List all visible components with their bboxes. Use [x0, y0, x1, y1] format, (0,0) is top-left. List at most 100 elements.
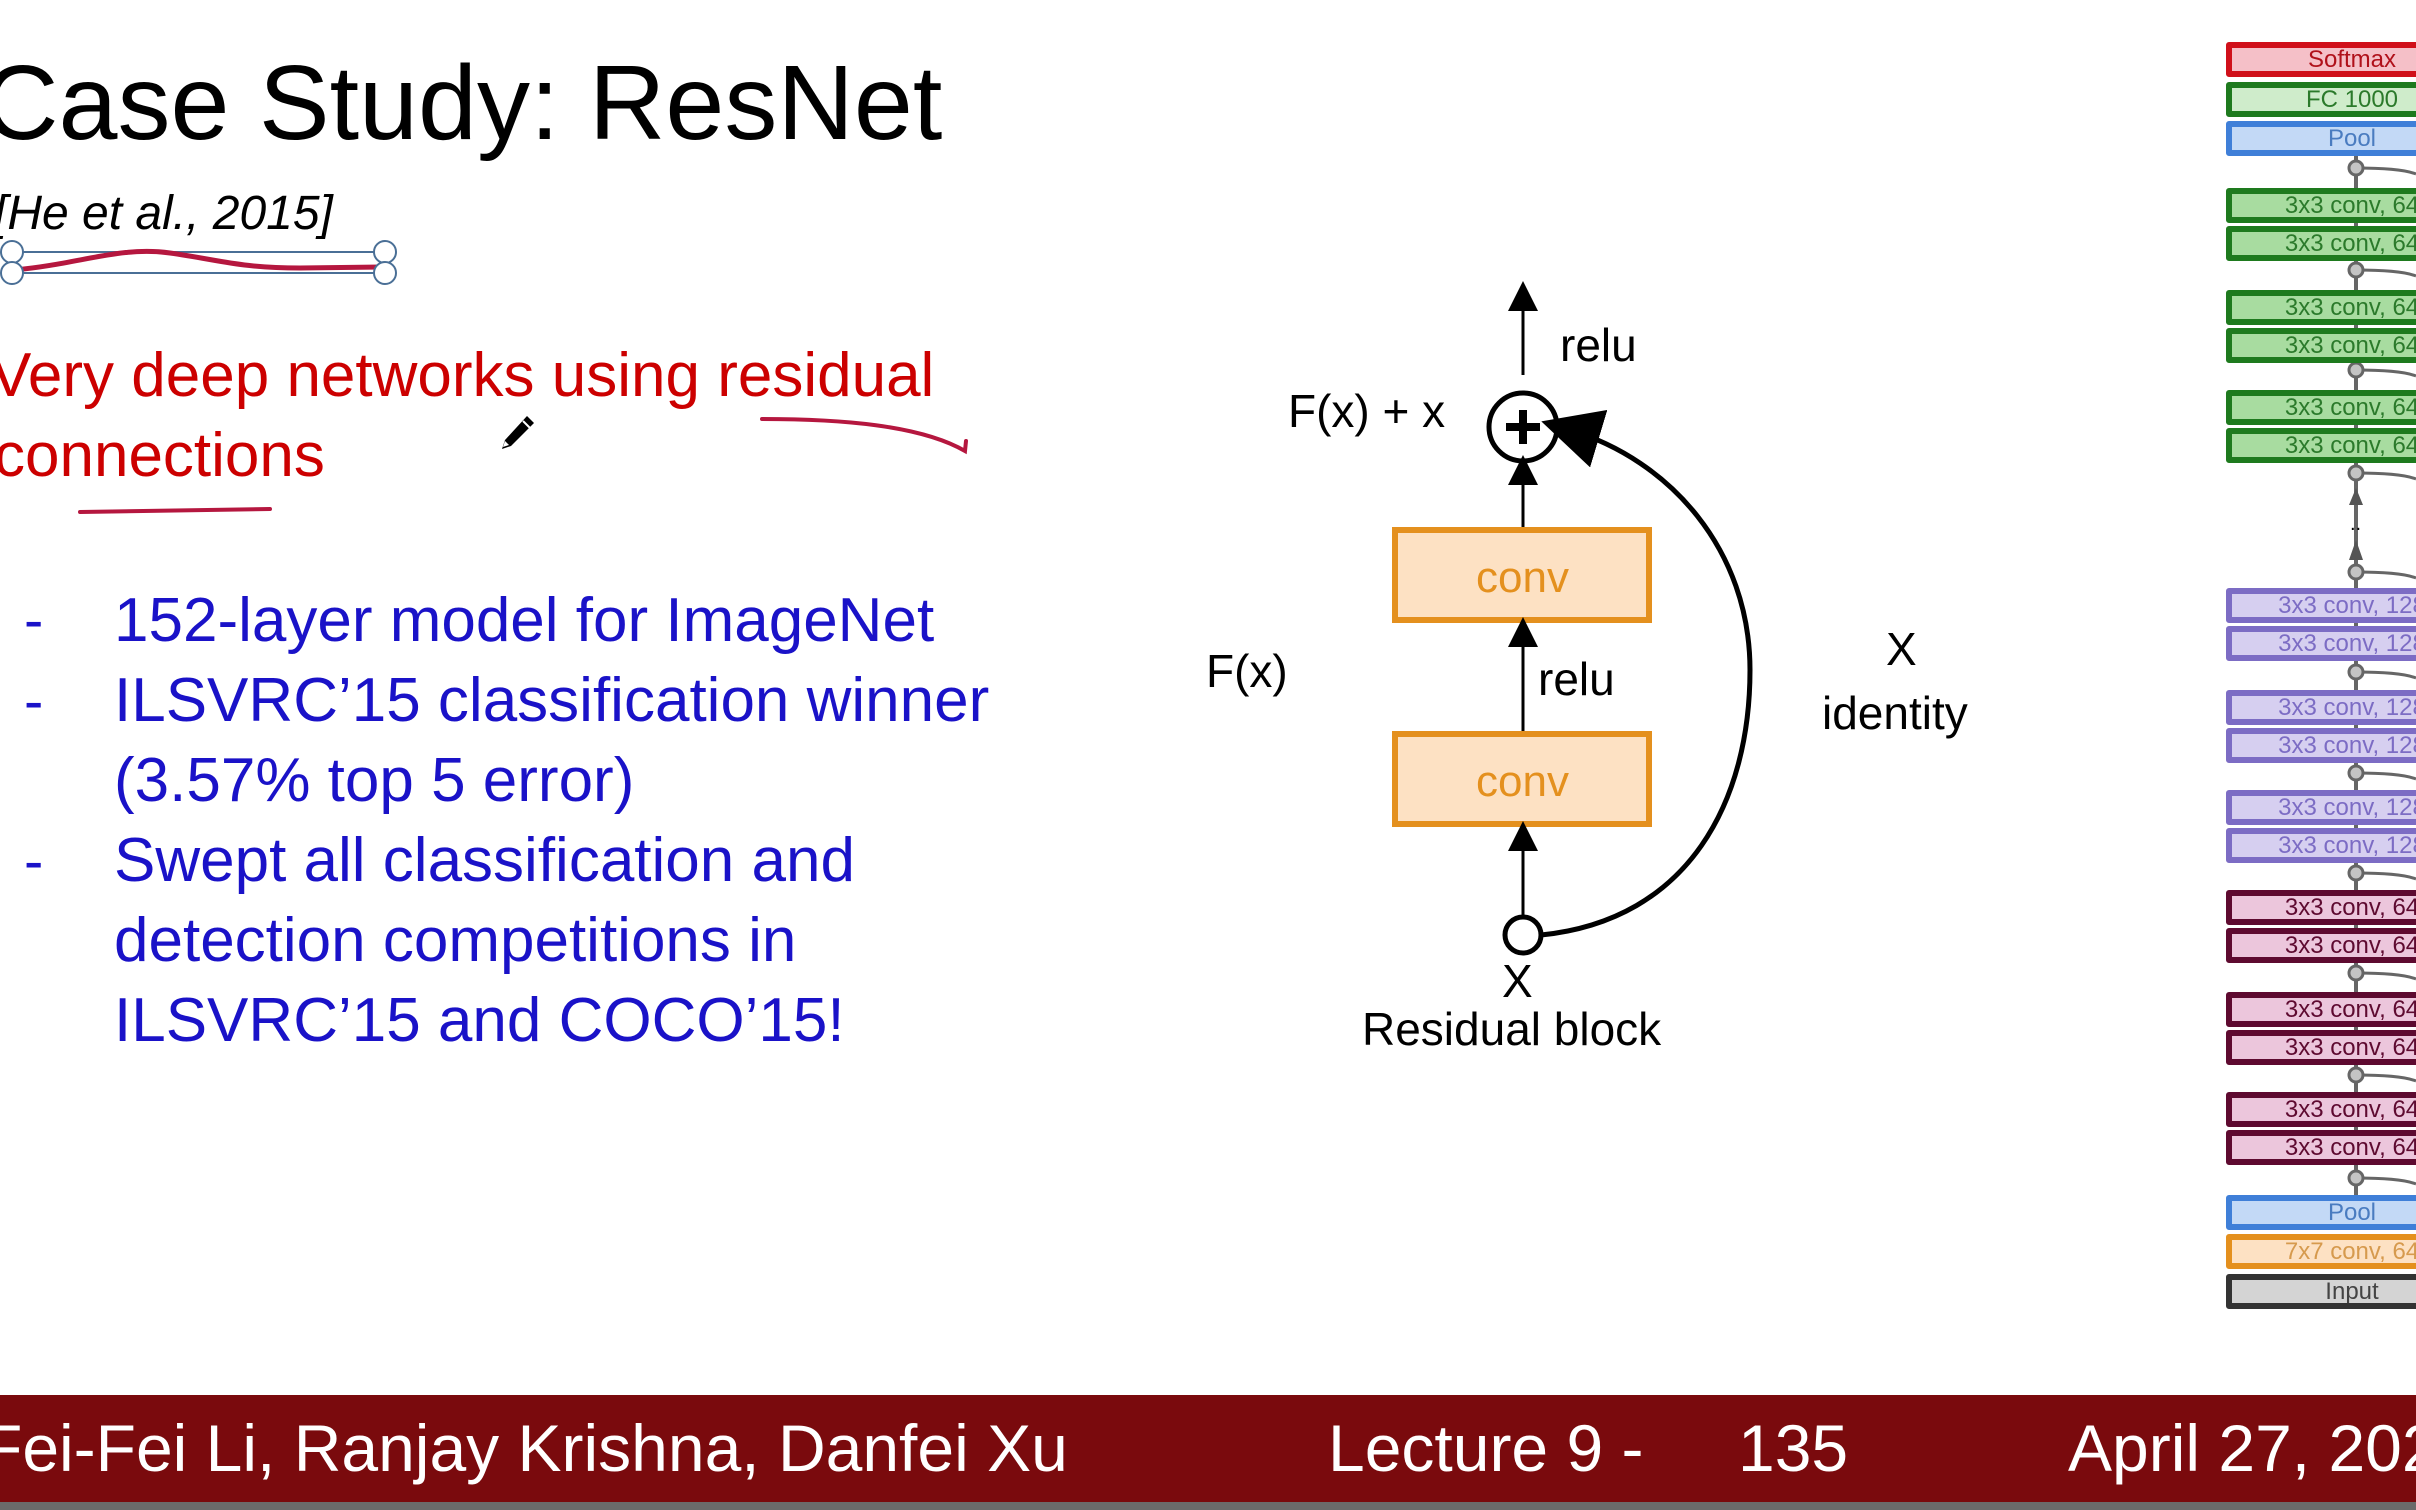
resize-handle-top-right[interactable] [373, 240, 397, 264]
layer-green: 3x3 conv, 64 [2226, 390, 2416, 425]
layer-label: Pool [2327, 125, 2377, 152]
bullet-dash: - [24, 669, 44, 734]
layer-label: 3x3 conv, 64 [2284, 230, 2416, 257]
layer-label: 3x3 conv, 128 [2278, 630, 2416, 657]
layer-label: 3x3 conv, 64 [2284, 432, 2416, 459]
layer-label: 3x3 conv, 64 [2284, 1134, 2416, 1161]
layer-label: 3x3 conv, 128 [2278, 732, 2416, 759]
junction-node [2347, 261, 2365, 279]
layer-pool: Pool [2226, 121, 2416, 156]
resize-handle-bottom-left[interactable] [0, 261, 24, 285]
layer-label: 3x3 conv, 64 [2284, 996, 2416, 1023]
arrow-up-icon [2349, 540, 2363, 560]
input-x-label: X [1502, 955, 1533, 1007]
footer-lecture: Lecture 9 - [1328, 1411, 1644, 1485]
layer-maroon: 3x3 conv, 64 [2226, 1092, 2416, 1127]
junction-node [2347, 464, 2365, 482]
skip-connection [2355, 268, 2416, 278]
layer-maroon: 3x3 conv, 64 [2226, 992, 2416, 1027]
layer-purple: 3x3 conv, 128 [2226, 588, 2416, 623]
junction-node [2347, 159, 2365, 177]
conv-top-label: conv [1476, 553, 1569, 602]
skip-connection [2355, 471, 2416, 481]
skip-connection [2355, 771, 2416, 781]
layer-label: 3x3 conv, 128 [2278, 694, 2416, 721]
inner-relu-label: relu [1538, 653, 1615, 705]
bullet-dash: - [24, 588, 44, 653]
residual-block-caption: Residual block [1362, 1003, 1662, 1055]
layer-label: 3x3 conv, 64 [2284, 1034, 2416, 1061]
citation: [He et al., 2015] [0, 187, 333, 240]
layer-label: 3x3 conv, 128 [2278, 832, 2416, 859]
bullet-2-line-2: (3.57% top 5 error) [114, 746, 635, 815]
layer-label: 3x3 conv, 64 [2284, 394, 2416, 421]
layer-label: Pool [2327, 1199, 2377, 1226]
bullet-3-line-2: detection competitions in [114, 906, 797, 975]
layer-maroon: 3x3 conv, 64 [2226, 890, 2416, 925]
layer-label: 3x3 conv, 64 [2284, 894, 2416, 921]
layer-input: Input [2226, 1274, 2416, 1309]
bullet-3-line-3: ILSVRC’15 and COCO’15! [114, 986, 845, 1055]
pencil-icon [502, 416, 534, 449]
identity-var-label: X [1886, 623, 1917, 675]
junction-node [2347, 563, 2365, 581]
layer-pool: Pool [2226, 1195, 2416, 1230]
junction-node [2347, 1169, 2365, 1187]
conv-bottom-label: conv [1476, 757, 1569, 806]
selected-ink-annotation[interactable] [0, 236, 410, 296]
layer-label: 3x3 conv, 64 [2284, 932, 2416, 959]
ink-underline-residual [760, 417, 968, 455]
layer-purple: 3x3 conv, 128 [2226, 626, 2416, 661]
layer-label: 3x3 conv, 128 [2278, 794, 2416, 821]
layer-label: Softmax [2307, 46, 2397, 73]
layer-purple: 3x3 conv, 128 [2226, 690, 2416, 725]
identity-label: identity [1822, 687, 1968, 739]
layer-label: 3x3 conv, 64 [2284, 1096, 2416, 1123]
footer-authors: Fei-Fei Li, Ranjay Krishna, Danfei Xu [0, 1411, 1068, 1485]
layer-maroon: 3x3 conv, 64 [2226, 928, 2416, 963]
layer-green: 3x3 conv, 64 [2226, 290, 2416, 325]
junction-node [2347, 964, 2365, 982]
skip-connection [2355, 1073, 2416, 1083]
bullet-3-line-1: Swept all classification and [114, 826, 855, 895]
layer-label: 3x3 conv, 64 [2284, 192, 2416, 219]
skip-connection [2355, 368, 2416, 378]
skip-connection [2355, 166, 2416, 176]
layer-green: 3x3 conv, 64 [2226, 328, 2416, 363]
layer-label: FC 1000 [2305, 86, 2399, 113]
slide-title: Case Study: ResNet [0, 44, 943, 162]
bullet-dash: - [24, 829, 44, 894]
layer-label: 3x3 conv, 128 [2278, 592, 2416, 619]
layer-purple: 3x3 conv, 128 [2226, 790, 2416, 825]
layer-green: 3x3 conv, 64 [2226, 428, 2416, 463]
junction-node [2347, 764, 2365, 782]
resize-handle-bottom-right[interactable] [373, 261, 397, 285]
skip-connection [2355, 871, 2416, 881]
ink-underline-connections [78, 507, 272, 514]
layer-softmax: Softmax [2226, 42, 2416, 77]
layer-label: Input [2325, 1278, 2379, 1305]
arrow-up-icon [2349, 488, 2363, 505]
function-label: F(x) [1206, 645, 1288, 697]
resize-handle-top-left[interactable] [0, 240, 24, 264]
junction-node [2347, 1066, 2365, 1084]
layer-purple: 3x3 conv, 128 [2226, 828, 2416, 863]
skip-connection [2355, 670, 2416, 680]
skip-connection [2355, 570, 2416, 580]
input-node [1502, 914, 1544, 956]
layer-green: 3x3 conv, 64 [2226, 188, 2416, 223]
layer-maroon: 3x3 conv, 64 [2226, 1030, 2416, 1065]
bullet-2-line-1: ILSVRC’15 classification winner [114, 666, 990, 735]
footer-date: April 27, 2021 [2068, 1411, 2416, 1485]
skip-connection [2355, 1176, 2416, 1186]
layer-green: 3x3 conv, 64 [2226, 226, 2416, 261]
footer-page-number: 135 [1738, 1411, 1849, 1485]
sum-label: F(x) + x [1288, 385, 1446, 437]
stack-ellipsis: .. [2350, 513, 2361, 535]
junction-node [2347, 361, 2365, 379]
layer-fc: FC 1000 [2226, 82, 2416, 117]
junction-node [2347, 663, 2365, 681]
slide-footer: Fei-Fei Li, Ranjay Krishna, Danfei Xu Le… [0, 1395, 2416, 1510]
layer-purple: 3x3 conv, 128 [2226, 728, 2416, 763]
output-relu-label: relu [1560, 319, 1637, 371]
